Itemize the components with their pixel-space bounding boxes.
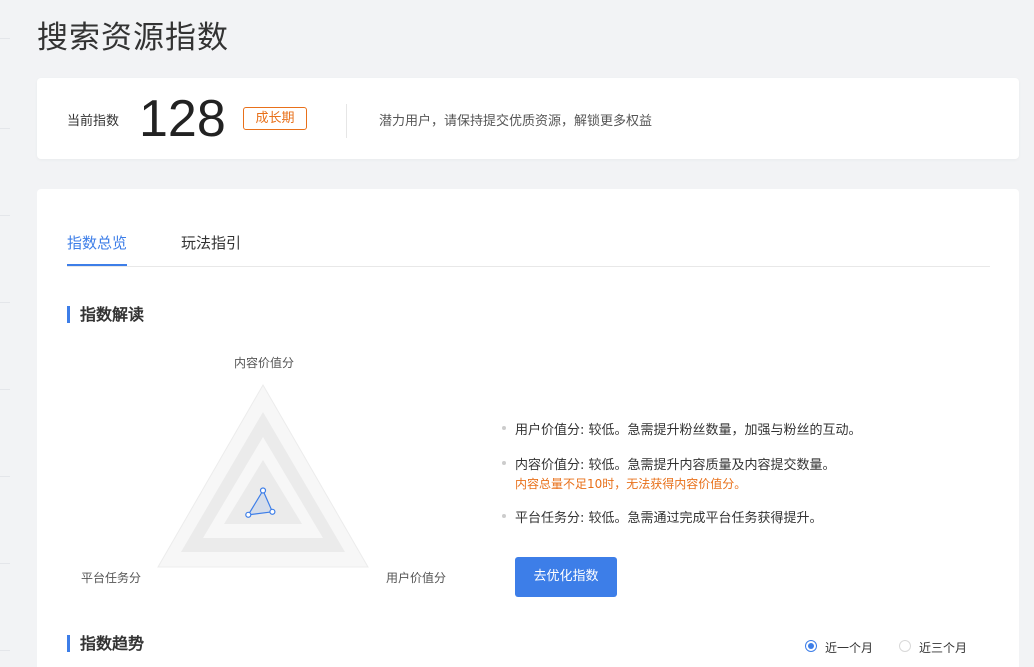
- divider: [346, 104, 347, 138]
- radar-point-platform: [245, 511, 252, 518]
- radar-axis-label-content: 内容价值分: [234, 356, 295, 370]
- range-radio-three-months[interactable]: 近三个月: [899, 639, 967, 656]
- platform-task-text: 平台任务分: 较低。急需通过完成平台任务获得提升。: [515, 511, 823, 526]
- list-item: 平台任务分: 较低。急需通过完成平台任务获得提升。: [502, 507, 823, 526]
- radio-selected-icon: [805, 640, 817, 652]
- content-value-text: 内容价值分: 较低。急需提升内容质量及内容提交数量。: [515, 458, 836, 473]
- index-main-card: 指数总览 玩法指引 指数解读 内容价值分 用户价值分 平台任务分 用户价值分: …: [37, 189, 1019, 667]
- page-title: 搜索资源指数: [37, 20, 229, 56]
- current-index-label: 当前指数: [67, 114, 120, 129]
- list-item: 用户价值分: 较低。急需提升粉丝数量，加强与粉丝的互动。: [502, 419, 862, 438]
- tab-play-guide[interactable]: 玩法指引: [181, 232, 241, 265]
- bullet-dot: [502, 426, 506, 430]
- radio-unselected-icon: [899, 640, 911, 652]
- radar-point-user: [269, 508, 276, 515]
- list-item: 内容价值分: 较低。急需提升内容质量及内容提交数量。: [502, 454, 836, 473]
- stage-badge: 成长期: [243, 107, 307, 130]
- radar-point-content: [259, 487, 267, 494]
- optimize-index-button[interactable]: 去优化指数: [515, 557, 617, 597]
- radar-axis-label-platform: 平台任务分: [81, 571, 142, 585]
- range-radio-one-month[interactable]: 近一个月: [805, 639, 873, 656]
- content-warning-text: 内容总量不足10时，无法获得内容价值分。: [515, 477, 747, 491]
- radar-chart: 内容价值分 用户价值分 平台任务分: [77, 349, 457, 593]
- bullet-dot: [502, 461, 506, 465]
- section-title-trend: 指数趋势: [67, 635, 144, 652]
- section-title-interpretation: 指数解读: [67, 306, 144, 323]
- radar-svg: [157, 383, 369, 568]
- radar-axis-label-user: 用户价值分: [386, 571, 447, 585]
- bullet-dot: [502, 514, 506, 518]
- sidebar-edge: [0, 0, 10, 667]
- index-summary-card: 当前指数 128 成长期 潜力用户，请保持提交优质资源，解锁更多权益: [37, 78, 1019, 159]
- tab-bar: 指数总览 玩法指引: [67, 232, 990, 267]
- tab-index-overview[interactable]: 指数总览: [67, 232, 128, 266]
- user-value-text: 用户价值分: 较低。急需提升粉丝数量，加强与粉丝的互动。: [515, 423, 862, 438]
- index-description: 潜力用户，请保持提交优质资源，解锁更多权益: [379, 114, 653, 129]
- current-index-value: 128: [139, 90, 226, 148]
